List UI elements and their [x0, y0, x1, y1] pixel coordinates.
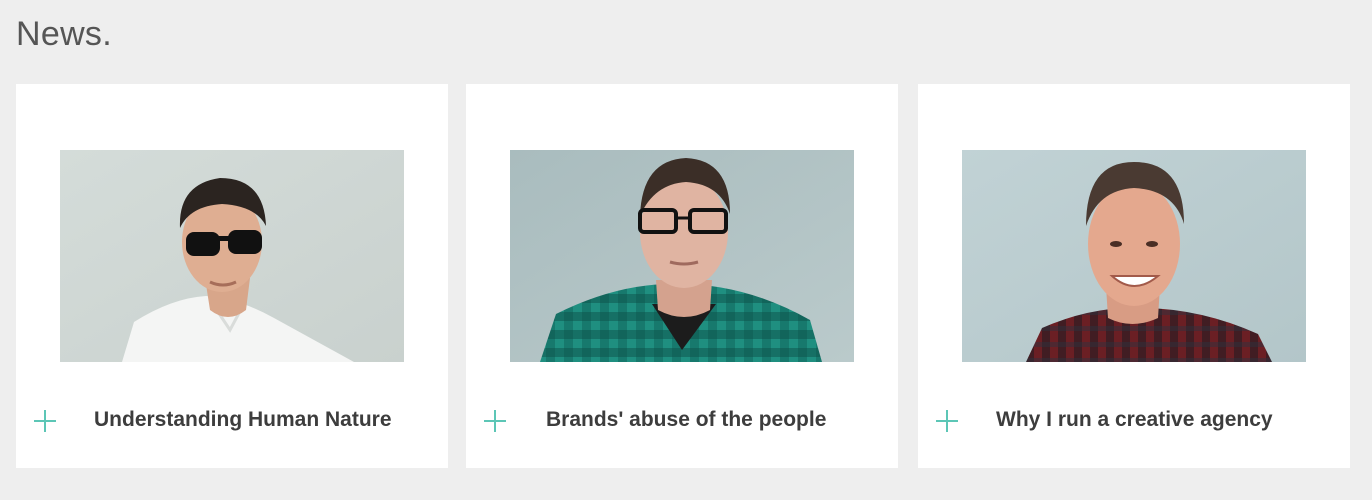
news-card[interactable]: Brands' abuse of the people	[466, 84, 898, 468]
plus-icon[interactable]	[34, 410, 56, 432]
news-thumbnail[interactable]	[510, 150, 854, 362]
plus-icon[interactable]	[484, 410, 506, 432]
news-card-list: Understanding Human Nature Brands' abuse…	[16, 84, 1350, 468]
news-card[interactable]: Understanding Human Nature	[16, 84, 448, 468]
news-card-title[interactable]: Why I run a creative agency	[996, 406, 1273, 434]
news-thumbnail[interactable]	[60, 150, 404, 362]
news-card-title[interactable]: Understanding Human Nature	[94, 406, 392, 434]
plus-icon[interactable]	[936, 410, 958, 432]
news-thumbnail[interactable]	[962, 150, 1306, 362]
news-card[interactable]: Why I run a creative agency	[918, 84, 1350, 468]
news-card-title[interactable]: Brands' abuse of the people	[546, 406, 826, 434]
section-title: News.	[16, 15, 112, 53]
